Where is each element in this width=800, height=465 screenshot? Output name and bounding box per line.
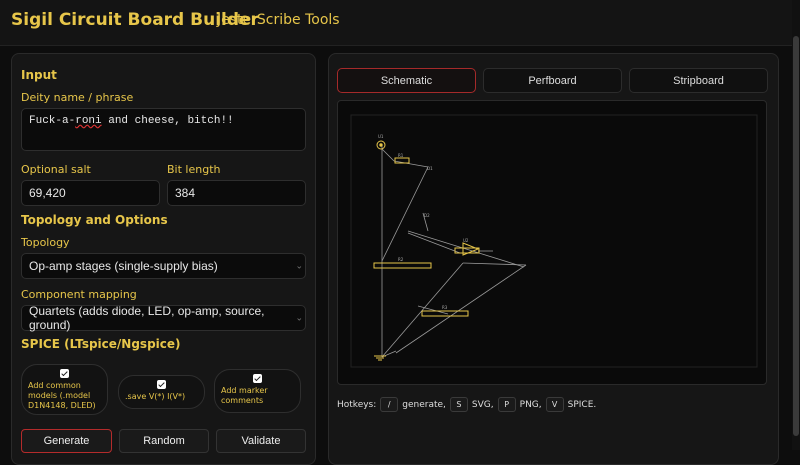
topology-section-title: Topology and Options	[21, 213, 168, 227]
resistor-symbol	[373, 262, 432, 269]
svg-text:U1: U1	[378, 134, 384, 139]
salt-value: 69,420	[29, 186, 66, 200]
wire-segment	[395, 264, 527, 354]
wire-segment	[407, 232, 461, 254]
mapping-value: Quartets (adds diode, LED, op-amp, sourc…	[29, 304, 265, 332]
chevron-down-icon: ⌄	[295, 260, 303, 271]
random-button[interactable]: Random	[119, 429, 209, 453]
checkbox-checked-icon[interactable]	[253, 374, 262, 383]
app-header: Sigil Circuit Board Builder JesterScribe…	[0, 0, 800, 46]
spice-option-save[interactable]: .save V(*) I(V*)	[118, 375, 205, 409]
tab-schematic[interactable]: Schematic	[337, 68, 476, 93]
validate-button[interactable]: Validate	[216, 429, 306, 453]
tab-stripboard[interactable]: Stripboard	[629, 68, 768, 93]
deity-text-prefix: Fuck-a-	[29, 115, 76, 127]
schematic-canvas[interactable]: U1 R1 D1 R2 R3 U2 D2	[337, 100, 767, 385]
topology-label: Topology	[21, 236, 70, 249]
wire-segment	[381, 148, 395, 162]
topology-select[interactable]: Op-amp stages (single-supply bias) ⌄	[21, 253, 306, 279]
svg-text:U2: U2	[463, 238, 469, 243]
generate-button[interactable]: Generate	[21, 429, 112, 453]
hotkeys-bar: Hotkeys: / generate, S SVG, P PNG, V SPI…	[337, 397, 596, 412]
input-section-title: Input	[21, 68, 57, 82]
spice-option-markers[interactable]: Add marker comments	[214, 369, 301, 413]
bits-label: Bit length	[167, 163, 221, 176]
svg-text:D2: D2	[424, 213, 430, 218]
page-scrollbar[interactable]	[792, 0, 800, 450]
chevron-down-icon: ⌄	[295, 312, 303, 323]
wire-segment	[381, 262, 464, 358]
hotkey-spice-action: SPICE.	[567, 399, 597, 410]
svg-text:D1: D1	[427, 166, 433, 171]
checkbox-checked-icon[interactable]	[157, 380, 166, 389]
spice-section-title: SPICE (LTspice/Ngspice)	[21, 337, 181, 351]
hotkey-svg-action: SVG,	[471, 399, 494, 410]
hotkeys-label: Hotkeys:	[337, 399, 377, 410]
deity-label: Deity name / phrase	[21, 91, 134, 104]
svg-text:R2: R2	[398, 257, 404, 262]
spice-option-models[interactable]: Add common models (.model D1N4148, DLED)	[21, 364, 108, 415]
mapping-select[interactable]: Quartets (adds diode, LED, op-amp, sourc…	[21, 304, 306, 332]
deity-text-suffix: and cheese, bitch!!	[101, 115, 234, 127]
topology-value: Op-amp stages (single-supply bias)	[29, 259, 218, 273]
hotkey-png-action: PNG,	[519, 399, 542, 410]
svg-text:R1: R1	[398, 153, 404, 158]
deity-textarea[interactable]: Fuck-a-roni and cheese, bitch!!	[21, 108, 306, 151]
checkbox-checked-icon[interactable]	[60, 369, 69, 378]
wire-segment	[393, 160, 429, 168]
svg-text:R3: R3	[442, 305, 448, 310]
mapping-label: Component mapping	[21, 288, 137, 301]
hotkey-generate-key: /	[380, 397, 399, 412]
hotkey-generate-action: generate,	[402, 399, 446, 410]
hotkey-spice-key: V	[545, 397, 564, 412]
deity-text-misspelled: roni	[75, 115, 102, 127]
hotkey-png-key: P	[497, 397, 516, 412]
bits-value: 384	[175, 186, 196, 200]
spice-option-label: Add common models (.model D1N4148, DLED)	[28, 381, 96, 410]
spice-option-label: .save V(*) I(V*)	[125, 392, 186, 401]
bits-input[interactable]: 384	[167, 180, 306, 206]
wire-segment	[381, 166, 429, 262]
app-subtitle: JesterScribe Tools	[217, 12, 340, 28]
tab-perfboard[interactable]: Perfboard	[483, 68, 622, 93]
salt-label: Optional salt	[21, 163, 91, 176]
scrollbar-thumb[interactable]	[793, 36, 799, 436]
wire-segment	[407, 230, 525, 268]
schematic-drawing: U1 R1 D1 R2 R3 U2 D2	[350, 114, 758, 368]
hotkey-svg-key: S	[449, 397, 468, 412]
spice-option-label: Add marker comments	[221, 386, 268, 405]
salt-input[interactable]: 69,420	[21, 180, 160, 206]
